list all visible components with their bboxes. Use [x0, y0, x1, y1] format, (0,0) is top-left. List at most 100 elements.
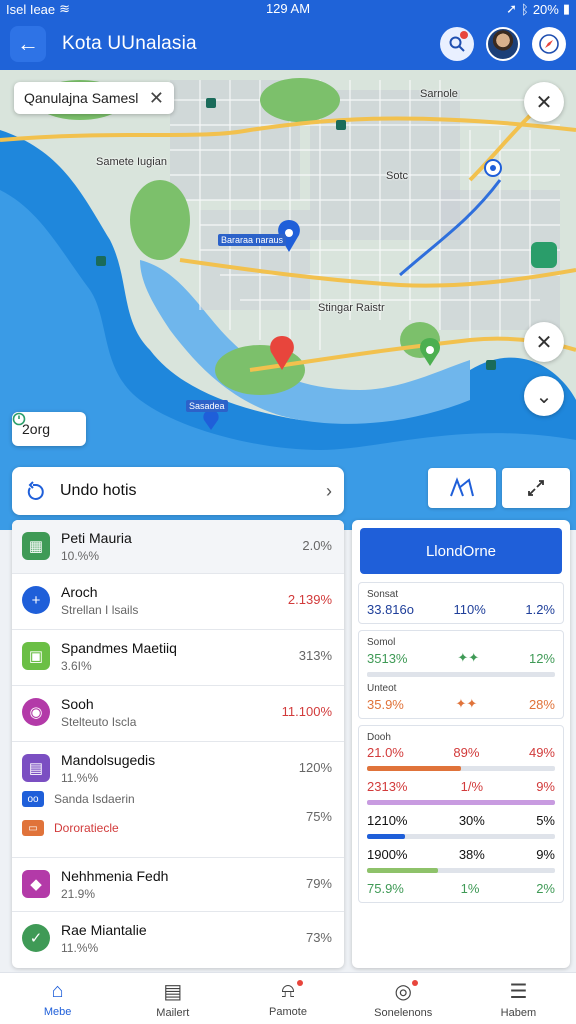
list-item-value: 2.139% — [287, 592, 332, 607]
close-icon: ✕ — [535, 331, 553, 354]
chevron-right-icon: › — [326, 480, 332, 501]
list-item-title: Spandmes Maetiiq — [61, 640, 177, 656]
bluetooth-icon: ᛒ — [521, 1, 529, 17]
app-bar: ← Kota UUnalasia — [0, 18, 576, 70]
list-item-sub: Sanda Isdaerin — [54, 792, 135, 806]
briefcase-icon: ▣ — [22, 642, 50, 670]
route-view-toggle[interactable] — [428, 468, 496, 508]
stats-card[interactable]: Somol 3513% ✦✦ 12% Unteot 35.9% ✦✦ 28% — [358, 630, 564, 719]
tab-bell[interactable]: ⍾ Pamote — [230, 973, 345, 1024]
chevron-down-icon: ⌄ — [535, 385, 553, 408]
list-item[interactable]: ◆ Nehhmenia Fedh 21.9% 79% — [12, 858, 344, 912]
list-group[interactable]: ▤ Mandolsugedis 11.%% 120% oo Sanda Isdaer… — [12, 742, 344, 858]
route-icon — [450, 477, 474, 497]
place-tag[interactable]: Bararaa naraus — [218, 234, 287, 246]
list-item[interactable]: + Aroch Strellan I lsails 2.139% — [12, 574, 344, 630]
document-icon: ▤ — [163, 980, 183, 1003]
stats-value-a: 75.9% — [367, 881, 404, 896]
close-icon: ✕ — [535, 91, 553, 114]
stats-value-a: 35.9% — [367, 696, 404, 712]
view-toggle-group — [428, 468, 570, 508]
stats-value-a: 21.0% — [367, 745, 404, 760]
list-item-value: 313% — [298, 648, 332, 663]
map-search-chip-text: Qanulajna Samesl — [24, 90, 139, 106]
stats-panel: LlondOrne Sonsat 33.816o 110% 1.2% Somol… — [352, 520, 570, 968]
map-collapse-button[interactable]: ⌄ — [524, 376, 564, 416]
map-label: Sarnole — [420, 88, 458, 100]
list-item-sub: Dororatiecle — [54, 821, 119, 835]
check-icon: ✓ — [22, 924, 50, 952]
list-item-sub: 21.9% — [61, 887, 96, 901]
stats-card-label: Sonsat — [367, 589, 399, 600]
tab-label: Sonelenons — [374, 1006, 433, 1019]
list-item-value: 2.0% — [302, 538, 332, 553]
battery-icon: ▮ — [562, 1, 570, 16]
status-time: 129 AM — [265, 1, 311, 16]
arrow-left-icon: ← — [17, 31, 39, 56]
map-close-button-2[interactable]: ✕ — [524, 322, 564, 362]
list-item[interactable]: ▣ Spandmes Maetiiq 3.6I% 313% — [12, 630, 344, 686]
tab-document[interactable]: ▤ Mailert — [115, 973, 230, 1024]
status-bar: Isel Ieae ≋ 129 AM ➚ ᛒ 20% ▮ — [0, 0, 576, 18]
undo-label: Undo hotis — [60, 482, 137, 499]
tab-label: Mebe — [43, 1005, 72, 1018]
progress-bar — [367, 834, 555, 839]
page-title: Kota UUnalasia — [62, 33, 197, 54]
location-icon: ➚ — [506, 1, 517, 16]
undo-row[interactable]: Undo hotis › — [12, 467, 344, 515]
map-view[interactable]: Qanulajna Samesl ✕ ✕ ✕ ⌄ Sarnole Samete … — [0, 70, 576, 530]
progress-bar — [367, 868, 555, 873]
stats-card-label: Somol — [367, 637, 396, 648]
expand-view-toggle[interactable] — [502, 468, 570, 508]
stats-value-b: 89% — [453, 745, 480, 760]
close-icon[interactable]: ✕ — [149, 88, 164, 109]
stats-card[interactable]: Sonsat 33.816o 110% 1.2% — [358, 582, 564, 624]
tab-home[interactable]: ⌂ Mebe — [0, 973, 115, 1024]
wifi-icon: ≋ — [59, 1, 71, 16]
stats-card-label: Dooh — [367, 732, 391, 743]
map-search-chip[interactable]: Qanulajna Samesl ✕ — [14, 82, 174, 114]
search-button[interactable] — [440, 27, 474, 61]
list-item[interactable]: ✓ Rae Miantalie 11.%% 73% — [12, 912, 344, 968]
avatar[interactable] — [486, 27, 520, 61]
progress-fill — [367, 868, 439, 873]
compass-button[interactable] — [532, 27, 566, 61]
map-label: Stingar Raistr — [318, 302, 385, 314]
clock-icon — [12, 412, 26, 426]
stats-value-a: 33.816o — [367, 602, 414, 617]
stats-value-a: 2313% — [367, 779, 408, 794]
list-item-title: Sooh — [61, 696, 94, 712]
bell-icon: ⍾ — [281, 979, 295, 1002]
travel-time-chip[interactable]: 2org — [12, 412, 86, 446]
stats-row: 21.0% 89% 49% — [367, 745, 555, 760]
back-button[interactable]: ← — [10, 26, 46, 62]
stats-row: 1900% 38% 9% — [367, 847, 555, 862]
expand-icon — [528, 480, 544, 496]
stats-value-c: 9% — [536, 847, 555, 862]
map-close-button[interactable]: ✕ — [524, 82, 564, 122]
stats-value-c: 2% — [536, 881, 555, 896]
stats-value-c: 9% — [536, 779, 555, 794]
tab-support[interactable]: ◎ Sonelenons — [346, 973, 461, 1024]
tab-menu[interactable]: ☰ Habem — [461, 973, 576, 1024]
tab-label: Pamote — [269, 1005, 307, 1018]
list-item-sub: 11.%% — [61, 771, 99, 785]
list-item-value: 11.100% — [281, 704, 332, 719]
list-item[interactable]: ▦ Peti Mauria 10.%% 2.0% — [12, 520, 344, 574]
tab-label: Habem — [500, 1006, 537, 1019]
list-item-value: 73% — [305, 930, 332, 945]
place-tag[interactable]: Sasadea — [186, 400, 228, 412]
stats-value-b: 38% — [458, 847, 485, 862]
stats-card[interactable]: Dooh 21.0% 89% 49% 2313% 1/% 9% 1210% 30% 5% 1900… — [358, 725, 564, 903]
stats-value-c: 1.2% — [525, 602, 555, 617]
list-item[interactable]: ◉ Sooh Stelteuto Iscla 11.100% — [12, 686, 344, 742]
stats-row: 75.9% 1% 2% — [367, 881, 555, 896]
stats-value-b: 1/% — [460, 779, 484, 794]
tab-label: Mailert — [156, 1006, 190, 1019]
list-item-sub: Strellan I lsails — [61, 603, 139, 617]
results-list: ▦ Peti Mauria 10.%% 2.0% + Aroch Strellan … — [12, 520, 344, 968]
notification-dot — [297, 980, 304, 986]
progress-bar — [367, 672, 555, 677]
stats-value-b: 30% — [458, 813, 485, 828]
primary-action-button[interactable]: LlondOrne — [360, 528, 562, 574]
